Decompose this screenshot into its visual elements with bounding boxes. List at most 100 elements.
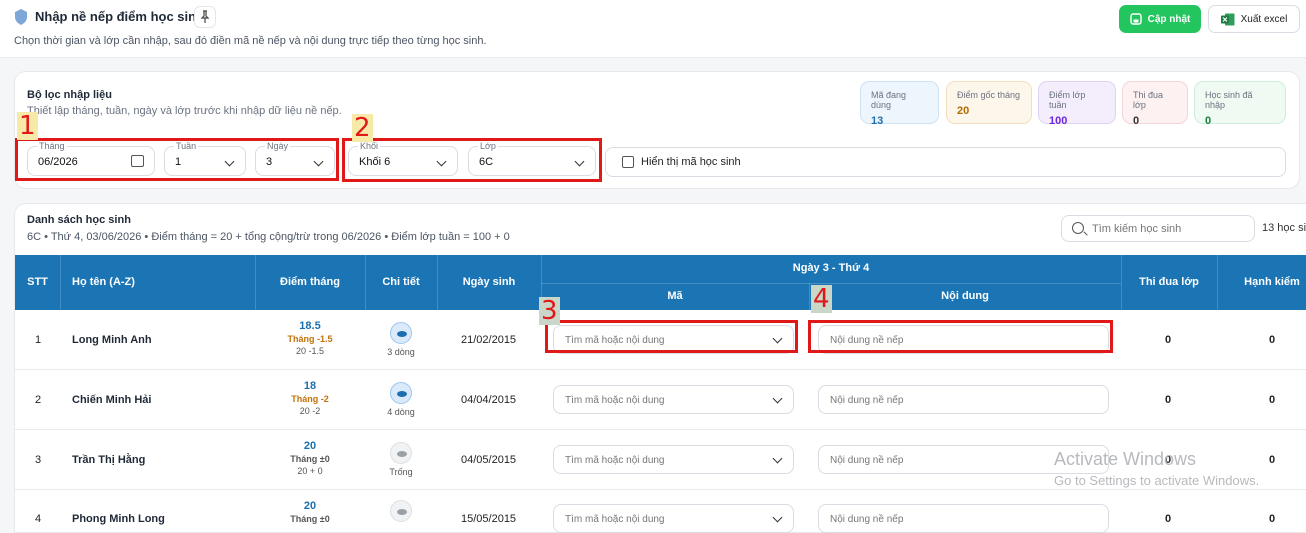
col-score: Điểm tháng (280, 276, 340, 288)
annotation-box-4 (808, 320, 1113, 353)
row-class-competition: 0 (1165, 513, 1172, 525)
col-class-competition: Thi đua lớp (1139, 276, 1199, 288)
score-month-change: Tháng -2 (291, 394, 329, 404)
list-title: Danh sách học sinh (27, 214, 131, 226)
search-icon (1072, 222, 1084, 234)
save-icon (1129, 13, 1142, 25)
student-count: 13 học sinh (1262, 222, 1306, 234)
detail-count: Trống (389, 467, 413, 477)
row-dob: 15/05/2015 (461, 513, 517, 525)
export-excel-button[interactable]: Xuất excel (1208, 5, 1300, 33)
score-calculation: 20 -1.5 (295, 346, 325, 356)
stat-value: 0 (1133, 115, 1140, 127)
stat-month-base: Điểm gốc tháng 20 (946, 81, 1032, 124)
show-student-code-option[interactable]: Hiển thị mã học sinh (605, 147, 1286, 177)
detail-count: 4 dòng (387, 407, 415, 417)
score-calculation: 20 + 0 (297, 466, 323, 476)
search-placeholder: Tìm kiếm học sinh (1092, 223, 1182, 235)
row-conduct: 0 (1269, 394, 1276, 406)
code-select[interactable]: Tìm mã hoặc nội dung (553, 445, 794, 474)
score-month-change: Tháng ±0 (290, 454, 330, 464)
activation-watermark-title: Activate Windows (1054, 449, 1197, 469)
eye-icon (397, 451, 407, 457)
update-button-label: Cập nhật (1147, 13, 1191, 25)
row-dob: 04/05/2015 (461, 454, 517, 466)
row-dob: 04/04/2015 (461, 394, 517, 406)
col-content: Nội dung (941, 290, 989, 302)
filter-title: Bộ lọc nhập liệu (27, 89, 112, 101)
content-input[interactable]: Nội dung nề nếp (818, 385, 1109, 414)
row-stt: 1 (35, 334, 42, 346)
filter-description: Thiết lập tháng, tuần, ngày và lớp trước… (27, 105, 342, 117)
stat-label: Điểm lớp tuần (1049, 90, 1086, 110)
excel-icon (1220, 13, 1235, 25)
content-input[interactable]: Nội dung nề nếp (818, 504, 1109, 533)
row-conduct: 0 (1269, 513, 1276, 525)
eye-icon (397, 509, 407, 515)
col-dob: Ngày sinh (462, 276, 516, 288)
annotation-number-4: 4 (811, 284, 832, 314)
show-code-checkbox[interactable] (622, 156, 634, 168)
stat-label: Mã đang dùng (871, 90, 907, 110)
content-input-placeholder: Nội dung nề nếp (830, 395, 904, 406)
header-divider (437, 255, 438, 310)
col-detail: Chi tiết (382, 276, 420, 288)
score-total: 20 (303, 440, 317, 452)
header-divider (365, 255, 366, 310)
row-class-competition: 0 (1165, 334, 1172, 346)
code-select[interactable]: Tìm mã hoặc nội dung (553, 385, 794, 414)
chevron-down-icon (772, 453, 783, 464)
row-month-score: 20 Tháng ±0 20 + 0 (255, 440, 365, 476)
row-stt: 3 (35, 454, 42, 466)
shield-icon (15, 9, 27, 25)
score-calculation: 20 -2 (299, 406, 321, 416)
stat-codes-in-use: Mã đang dùng 13 (860, 81, 939, 127)
page-subtitle: Chọn thời gian và lớp cần nhập, sau đó đ… (14, 35, 487, 47)
row-name: Phong Minh Long (72, 513, 165, 525)
col-conduct: Hạnh kiểm (1244, 276, 1300, 288)
header-divider (1217, 255, 1218, 310)
stat-week-class: Điểm lớp tuần 100 (1038, 81, 1116, 127)
show-code-label: Hiển thị mã học sinh (641, 156, 741, 168)
page-header: Nhập nề nếp điểm học sinh Chọn thời gian… (0, 0, 1306, 58)
header-divider (255, 255, 256, 310)
score-total: 18.5 (299, 320, 321, 332)
row-month-score: 18 Tháng -2 20 -2 (255, 380, 365, 416)
annotation-box-3 (545, 320, 798, 353)
export-excel-label: Xuất excel (1240, 13, 1288, 25)
table-row: 2 Chiến Minh Hải 18 Tháng -2 20 -2 4 dòn… (15, 370, 1306, 430)
code-select-placeholder: Tìm mã hoặc nội dung (565, 455, 665, 466)
eye-icon (397, 391, 407, 397)
code-select-placeholder: Tìm mã hoặc nội dung (565, 395, 665, 406)
view-detail-button[interactable] (390, 500, 412, 522)
col-day-group: Ngày 3 - Thứ 4 (792, 262, 870, 274)
update-button[interactable]: Cập nhật (1119, 5, 1201, 33)
stat-class-competition: Thi đua lớp 0 (1122, 81, 1188, 127)
chevron-down-icon (772, 512, 783, 523)
student-search-input[interactable]: Tìm kiếm học sinh (1061, 215, 1255, 242)
row-month-score: 18.5 Tháng -1.5 20 -1.5 (255, 320, 365, 356)
view-detail-button[interactable] (390, 322, 412, 344)
col-code: Mã (667, 290, 683, 302)
code-select-placeholder: Tìm mã hoặc nội dung (565, 514, 665, 525)
row-stt: 2 (35, 394, 42, 406)
pin-button[interactable] (194, 6, 216, 28)
pin-icon (200, 10, 210, 23)
row-class-competition: 0 (1165, 394, 1172, 406)
chevron-down-icon (772, 393, 783, 404)
row-name: Long Minh Anh (72, 334, 152, 346)
stat-value: 0 (1205, 115, 1212, 127)
row-conduct: 0 (1269, 334, 1276, 346)
view-detail-button[interactable] (390, 382, 412, 404)
header-subdivider (541, 283, 1121, 284)
col-stt: STT (27, 276, 48, 288)
code-select[interactable]: Tìm mã hoặc nội dung (553, 504, 794, 533)
table-row: 4 Phong Minh Long 20 Tháng ±0 15/05/2015… (15, 490, 1306, 533)
content-input-placeholder: Nội dung nề nếp (830, 455, 904, 466)
view-detail-button[interactable] (390, 442, 412, 464)
annotation-number-2: 2 (352, 113, 373, 143)
header-divider (1121, 255, 1122, 310)
col-name[interactable]: Họ tên (A-Z) (72, 276, 135, 288)
content-input-placeholder: Nội dung nề nếp (830, 514, 904, 525)
stat-value: 20 (957, 105, 970, 117)
